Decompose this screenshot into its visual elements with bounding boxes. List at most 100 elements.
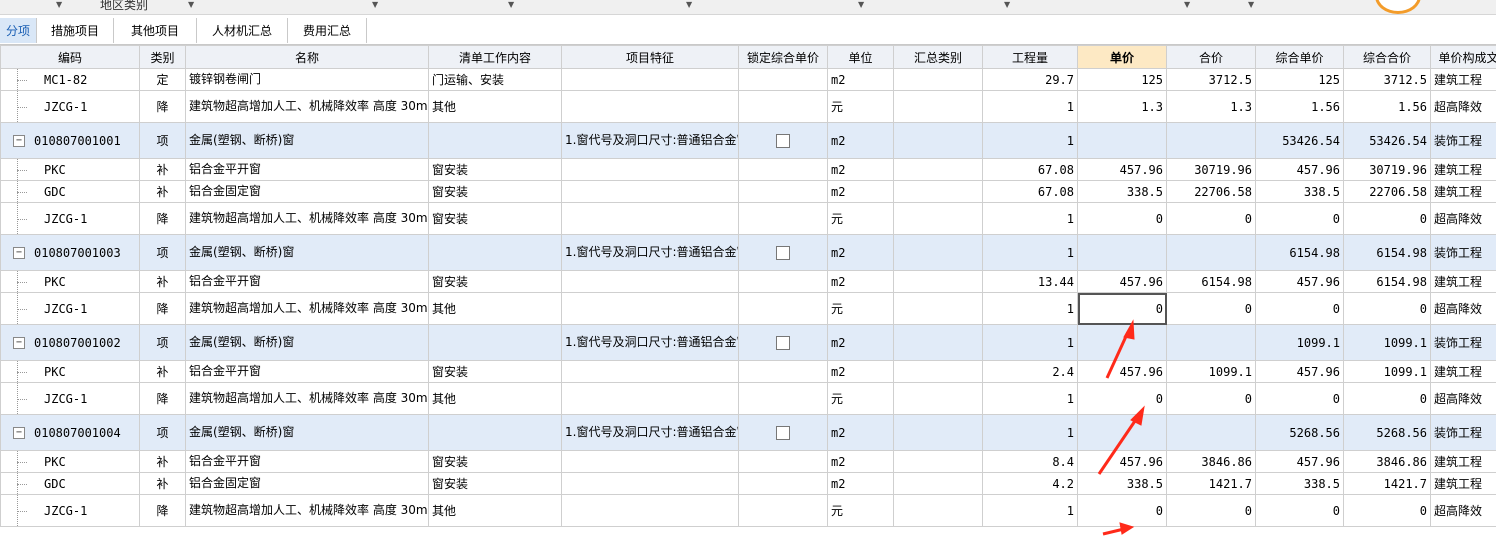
cell-name[interactable]: 建筑物超高增加人工、机械降效率 高度 30m以内 (185, 90, 429, 123)
cell-unit[interactable]: 元 (827, 202, 894, 235)
cell-category[interactable]: 降 (139, 292, 186, 325)
cell-work-content[interactable] (428, 122, 562, 159)
cell-quantity[interactable]: 13.44 (982, 270, 1078, 293)
cell-quantity[interactable]: 8.4 (982, 450, 1078, 473)
cell-features[interactable]: 1.窗代号及洞口尺寸:普通铝合金窗C14 2012 (561, 324, 739, 361)
lock-price-checkbox[interactable] (776, 425, 790, 440)
cell-category[interactable]: 补 (139, 450, 186, 473)
cell-work-content[interactable]: 其他 (428, 90, 562, 123)
cell-name[interactable]: 铝合金平开窗 (185, 360, 429, 383)
cell-work-content[interactable] (428, 414, 562, 451)
cell-summary-category[interactable] (893, 382, 983, 415)
cell-lock[interactable] (738, 234, 828, 271)
tab-items[interactable]: 分项 (0, 18, 37, 43)
cell-quantity[interactable]: 1 (982, 494, 1078, 527)
cell-quantity[interactable]: 2.4 (982, 360, 1078, 383)
col-header-features[interactable]: 项目特征 (561, 45, 739, 69)
section-row[interactable]: −010807001003 项金属(塑钢、断桥)窗 1.窗代号及洞口尺寸:普通铝合金… (0, 234, 1496, 271)
dropdown-arrow-icon[interactable]: ▼ (372, 0, 378, 9)
cell-total[interactable] (1166, 414, 1256, 451)
cell-features[interactable]: 1.窗代号及洞口尺寸:普通铝合金窗C7-2 2612 (561, 122, 739, 159)
dropdown-arrow-icon[interactable]: ▼ (1248, 0, 1254, 9)
table-row[interactable]: PKC 补铝合金平开窗 窗安装 m2 67.08 457.96 30719.96 457.96… (0, 158, 1496, 181)
cell-code[interactable]: MC1-82 (0, 68, 140, 91)
cell-price-composition[interactable]: 装饰工程 (1430, 122, 1496, 159)
cell-work-content[interactable]: 窗安装 (428, 360, 562, 383)
cell-unit[interactable]: m2 (827, 360, 894, 383)
cell-work-content[interactable]: 窗安装 (428, 472, 562, 495)
cell-lock[interactable] (738, 382, 828, 415)
cell-unit-price[interactable]: 1.3 (1077, 90, 1167, 123)
cell-composite-price[interactable]: 338.5 (1255, 180, 1344, 203)
cell-composite-price[interactable]: 53426.54 (1255, 122, 1344, 159)
cell-code[interactable]: JZCG-1 (0, 90, 140, 123)
cell-lock[interactable] (738, 472, 828, 495)
cell-name[interactable]: 铝合金平开窗 (185, 450, 429, 473)
cell-name[interactable]: 建筑物超高增加人工、机械降效率 高度 30m以内 (185, 382, 429, 415)
cell-price-composition[interactable]: 建筑工程 (1430, 472, 1496, 495)
cell-category[interactable]: 补 (139, 158, 186, 181)
cell-unit[interactable]: m2 (827, 270, 894, 293)
cell-features[interactable] (561, 158, 739, 181)
cell-summary-category[interactable] (893, 68, 983, 91)
cell-category[interactable]: 项 (139, 122, 186, 159)
cell-summary-category[interactable] (893, 122, 983, 159)
cell-unit[interactable]: m2 (827, 122, 894, 159)
table-row[interactable]: JZCG-1 降建筑物超高增加人工、机械降效率 高度 30m以内 其他元 1 0 0 0 0 超… (0, 494, 1496, 527)
cell-lock[interactable] (738, 158, 828, 181)
lock-price-checkbox[interactable] (776, 335, 790, 350)
cell-summary-category[interactable] (893, 324, 983, 361)
cell-total[interactable]: 1099.1 (1166, 360, 1256, 383)
cell-composite-total[interactable]: 6154.98 (1343, 234, 1431, 271)
cell-work-content[interactable]: 窗安装 (428, 158, 562, 181)
cell-composite-total[interactable]: 1.56 (1343, 90, 1431, 123)
cell-unit[interactable]: 元 (827, 494, 894, 527)
cell-category[interactable]: 补 (139, 270, 186, 293)
col-header-lock-price[interactable]: 锁定综合单价 (738, 45, 828, 69)
cell-price-composition[interactable]: 建筑工程 (1430, 270, 1496, 293)
cell-code[interactable]: JZCG-1 (0, 382, 140, 415)
cell-name[interactable]: 铝合金平开窗 (185, 270, 429, 293)
tab-measures[interactable]: 措施项目 (37, 18, 114, 43)
cell-code[interactable]: −010807001003 (0, 234, 140, 271)
cell-quantity[interactable]: 1 (982, 234, 1078, 271)
cell-code[interactable]: JZCG-1 (0, 292, 140, 325)
cell-unit[interactable]: m2 (827, 68, 894, 91)
cell-code[interactable]: −010807001001 (0, 122, 140, 159)
cell-work-content[interactable]: 其他 (428, 382, 562, 415)
cell-quantity[interactable]: 1 (982, 382, 1078, 415)
cell-total[interactable]: 3712.5 (1166, 68, 1256, 91)
cell-lock[interactable] (738, 122, 828, 159)
col-header-unit-price[interactable]: 单价 (1077, 45, 1167, 69)
cell-work-content[interactable] (428, 324, 562, 361)
cell-total[interactable] (1166, 324, 1256, 361)
cell-composite-price[interactable]: 338.5 (1255, 472, 1344, 495)
cell-summary-category[interactable] (893, 414, 983, 451)
section-row[interactable]: −010807001001 项金属(塑钢、断桥)窗 1.窗代号及洞口尺寸:普通铝合金… (0, 122, 1496, 159)
cell-composite-total[interactable]: 1099.1 (1343, 324, 1431, 361)
dropdown-arrow-icon[interactable]: ▼ (1184, 0, 1190, 9)
cell-unit-price[interactable]: 338.5 (1077, 472, 1167, 495)
cell-total[interactable]: 6154.98 (1166, 270, 1256, 293)
cell-total[interactable]: 0 (1166, 494, 1256, 527)
cell-summary-category[interactable] (893, 360, 983, 383)
cell-composite-price[interactable]: 0 (1255, 494, 1344, 527)
cell-features[interactable] (561, 180, 739, 203)
cell-quantity[interactable]: 1 (982, 202, 1078, 235)
cell-quantity[interactable]: 67.08 (982, 180, 1078, 203)
cell-quantity[interactable]: 1 (982, 90, 1078, 123)
cell-unit-price[interactable]: 457.96 (1077, 450, 1167, 473)
cell-price-composition[interactable]: 装饰工程 (1430, 414, 1496, 451)
dropdown-arrow-icon[interactable]: ▼ (56, 0, 62, 9)
cell-composite-total[interactable]: 3712.5 (1343, 68, 1431, 91)
cell-composite-price[interactable]: 0 (1255, 382, 1344, 415)
table-row[interactable]: JZCG-1 降建筑物超高增加人工、机械降效率 高度 30m以内 其他元 1 1.3 1.… (0, 90, 1496, 123)
cell-price-composition[interactable]: 超高降效 (1430, 292, 1496, 325)
cell-category[interactable]: 补 (139, 472, 186, 495)
cell-unit-price[interactable] (1077, 414, 1167, 451)
col-header-code[interactable]: 编码 (0, 45, 140, 69)
cell-unit[interactable]: 元 (827, 292, 894, 325)
cell-lock[interactable] (738, 270, 828, 293)
table-row[interactable]: JZCG-1 降建筑物超高增加人工、机械降效率 高度 30m以内 窗安装元 1 0 0 0 0… (0, 202, 1496, 235)
cell-price-composition[interactable]: 超高降效 (1430, 202, 1496, 235)
